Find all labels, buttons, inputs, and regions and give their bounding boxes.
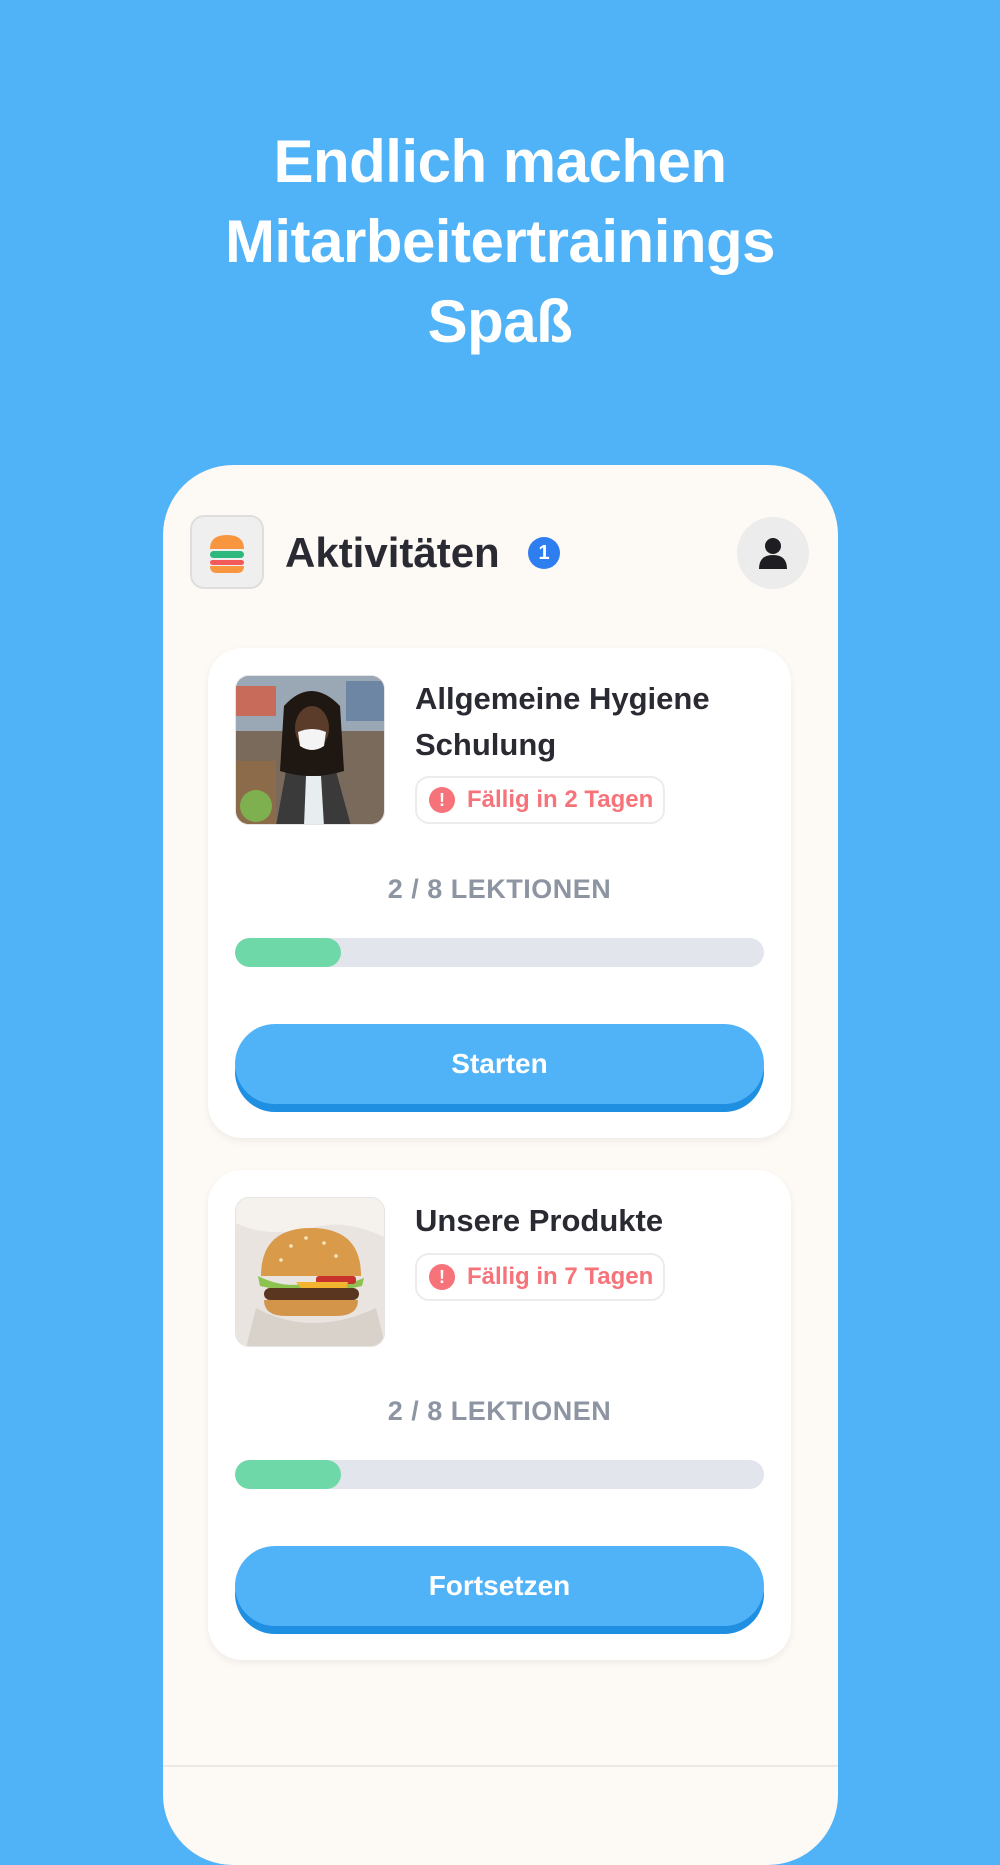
app-logo[interactable] [190, 515, 264, 589]
start-button[interactable]: Starten [235, 1024, 764, 1104]
hero-title-line-3: Spaß [427, 288, 573, 355]
due-badge: ! Fällig in 2 Tagen [415, 776, 666, 824]
progress-fill [235, 938, 341, 967]
alert-icon: ! [429, 1264, 455, 1290]
profile-button[interactable] [737, 517, 809, 589]
lessons-count: 2 / 8 LEKTIONEN [387, 1396, 612, 1426]
user-icon [759, 538, 787, 569]
burger-logo-icon [210, 535, 244, 573]
continue-button[interactable]: Fortsetzen [235, 1546, 764, 1626]
due-text: Fällig in 7 Tagen [467, 1263, 654, 1290]
course-title: Unsere Produkte [415, 1203, 664, 1238]
hero-title-line-2: Mitarbeitertrainings [224, 208, 776, 275]
due-text: Fällig in 2 Tagen [467, 786, 654, 813]
alert-icon: ! [429, 787, 455, 813]
course-title: Allgemeine Hygiene Schulung [415, 681, 710, 762]
page-title: Aktivitäten [285, 529, 500, 576]
notification-badge[interactable]: 1 [528, 537, 560, 569]
hero-title: Endlich machen Mitarbeitertrainings Spaß [0, 122, 1000, 362]
tab-bar-divider [163, 1765, 838, 1767]
woman-with-mask-image [236, 676, 384, 824]
lessons-count: 2 / 8 LEKTIONEN [387, 874, 612, 904]
progress-fill [235, 1460, 341, 1489]
course-thumbnail-burger [235, 1197, 385, 1347]
burger-image [236, 1198, 384, 1346]
hero-title-line-1: Endlich machen [273, 128, 727, 195]
phone-screen: Aktivitäten 1 Allgemeine Hygiene Schulun… [163, 465, 838, 1865]
course-card-products[interactable]: Unsere Produkte ! Fällig in 7 Tagen 2 / … [208, 1170, 791, 1660]
due-badge: ! Fällig in 7 Tagen [415, 1253, 666, 1301]
course-card-hygiene[interactable]: Allgemeine Hygiene Schulung ! Fällig in … [208, 648, 791, 1138]
course-thumbnail-woman-with-mask [235, 675, 385, 825]
progress-bar [235, 938, 764, 967]
progress-bar [235, 1460, 764, 1489]
